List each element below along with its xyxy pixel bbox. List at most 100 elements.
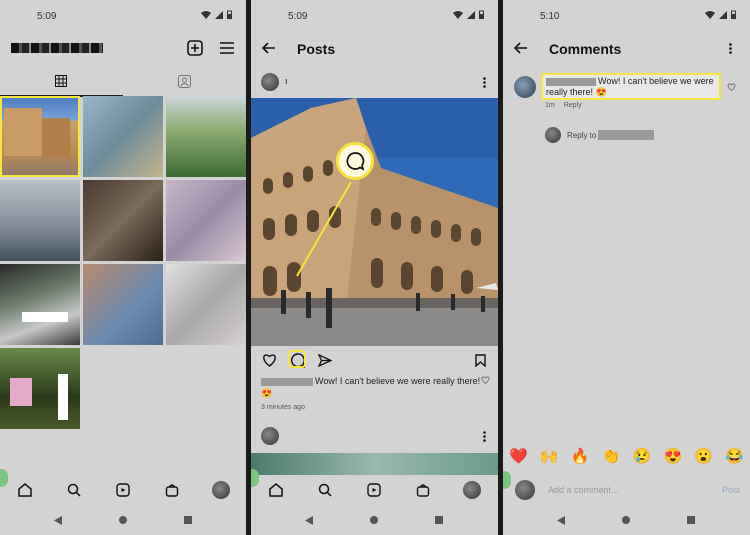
bottom-nav xyxy=(251,477,498,505)
post-grid xyxy=(0,96,246,429)
home-circle-icon[interactable] xyxy=(620,514,632,526)
comment-age: 1m xyxy=(545,102,555,109)
battery-icon xyxy=(227,10,232,19)
more-options-icon[interactable] xyxy=(479,75,489,89)
home-icon[interactable] xyxy=(17,482,33,498)
grid-post[interactable] xyxy=(166,96,246,177)
like-heart-icon[interactable] xyxy=(261,352,277,368)
battery-icon xyxy=(479,10,484,19)
search-icon[interactable] xyxy=(66,482,82,498)
reply-to-row[interactable]: Reply to xyxy=(545,127,656,143)
system-nav xyxy=(251,510,498,532)
emoji-fire[interactable]: 🔥 xyxy=(571,447,590,465)
post-username[interactable]: ı xyxy=(285,76,288,86)
battery-icon xyxy=(731,10,736,19)
home-icon[interactable] xyxy=(268,482,284,498)
post-screen: 5:09 Posts ı Wow! I can't believe we wer… xyxy=(251,0,498,535)
share-icon[interactable] xyxy=(317,352,333,368)
signal-icon xyxy=(215,10,223,19)
redacted-username[interactable] xyxy=(261,377,313,386)
callout-pointer-line xyxy=(296,181,352,277)
shop-icon[interactable] xyxy=(164,482,180,498)
highlighted-comment: Wow! I can't believe we were really ther… xyxy=(541,73,721,100)
grid-post[interactable] xyxy=(166,264,246,345)
post-avatar[interactable] xyxy=(261,73,279,91)
post-comment-button[interactable]: Post xyxy=(722,485,740,495)
system-nav xyxy=(0,510,246,532)
comments-screen: 5:10 Comments Wow! I can't believe we we… xyxy=(503,0,750,535)
new-post-icon[interactable] xyxy=(186,39,204,57)
emoji-heart-eyes[interactable]: 😍 xyxy=(663,447,682,465)
recents-square-icon[interactable] xyxy=(685,514,697,526)
profile-avatar[interactable] xyxy=(212,481,230,499)
caption-like-heart-icon[interactable] xyxy=(480,375,490,385)
grid-icon[interactable] xyxy=(54,74,68,88)
reply-button[interactable]: Reply xyxy=(564,102,582,109)
signal-icon xyxy=(467,10,475,19)
emoji-clap[interactable]: 👏 xyxy=(602,447,621,465)
comment-input[interactable]: Add a comment... xyxy=(548,485,619,495)
status-time: 5:09 xyxy=(37,11,57,22)
profile-avatar[interactable] xyxy=(463,481,481,499)
next-post-more-icon[interactable] xyxy=(479,429,489,443)
wifi-icon xyxy=(705,10,715,19)
back-triangle-icon[interactable] xyxy=(303,514,315,526)
status-bar: 5:10 xyxy=(503,0,750,30)
emoji-heart[interactable]: ❤️ xyxy=(509,447,528,465)
profile-tabs xyxy=(0,68,246,97)
commenter-avatar[interactable] xyxy=(514,76,536,98)
username-redacted xyxy=(11,43,103,53)
search-icon[interactable] xyxy=(317,482,333,498)
recents-square-icon[interactable] xyxy=(433,514,445,526)
page-title: Posts xyxy=(297,41,336,57)
back-arrow-icon[interactable] xyxy=(513,40,529,56)
own-avatar xyxy=(515,480,535,500)
status-bar: 5:09 xyxy=(0,0,246,30)
bottom-nav xyxy=(0,477,246,505)
more-options-icon[interactable] xyxy=(725,41,735,55)
back-triangle-icon[interactable] xyxy=(52,514,64,526)
profile-topbar xyxy=(0,32,246,64)
profile-screen: 5:09 xyxy=(0,0,246,535)
post-actions xyxy=(251,350,498,372)
page-title: Comments xyxy=(549,41,622,57)
save-bookmark-icon[interactable] xyxy=(473,352,487,368)
grid-post[interactable] xyxy=(83,96,163,177)
next-post-avatar[interactable] xyxy=(261,427,279,445)
grid-post[interactable] xyxy=(83,264,163,345)
post-time-ago: 3 minutes ago xyxy=(261,404,305,411)
comment-like-heart-icon[interactable] xyxy=(726,82,736,92)
grid-post[interactable] xyxy=(0,348,80,429)
comment-callout xyxy=(336,142,374,180)
next-post-image-peek[interactable] xyxy=(251,453,498,475)
comment-bubble-icon xyxy=(346,152,365,171)
emoji-raised-hands[interactable]: 🙌 xyxy=(540,447,559,465)
wifi-icon xyxy=(201,10,211,19)
system-icons xyxy=(705,10,736,19)
reels-icon[interactable] xyxy=(366,482,382,498)
comment-meta: 1m Reply xyxy=(545,102,582,109)
recents-square-icon[interactable] xyxy=(182,514,194,526)
home-circle-icon[interactable] xyxy=(117,514,129,526)
emoji-crying[interactable]: 😢 xyxy=(633,447,652,465)
shop-icon[interactable] xyxy=(415,482,431,498)
comment-icon[interactable] xyxy=(288,350,306,369)
grid-post[interactable] xyxy=(83,180,163,261)
comments-topbar: Comments xyxy=(503,32,750,64)
emoji-surprised[interactable]: 😮 xyxy=(694,447,713,465)
grid-post[interactable] xyxy=(0,180,80,261)
emoji-laughing[interactable]: 😂 xyxy=(725,447,744,465)
home-circle-icon[interactable] xyxy=(368,514,380,526)
grid-post[interactable] xyxy=(0,264,80,345)
grid-post-colosseum[interactable] xyxy=(0,96,80,177)
reels-icon[interactable] xyxy=(115,482,131,498)
grid-post[interactable] xyxy=(166,180,246,261)
redacted-username[interactable] xyxy=(546,77,596,86)
colosseum-image xyxy=(251,98,498,346)
tagged-icon[interactable] xyxy=(177,74,191,88)
system-nav xyxy=(503,510,750,532)
back-triangle-icon[interactable] xyxy=(555,514,567,526)
back-arrow-icon[interactable] xyxy=(261,40,277,56)
post-photo-colosseum[interactable] xyxy=(251,98,498,346)
menu-icon[interactable] xyxy=(218,39,236,57)
